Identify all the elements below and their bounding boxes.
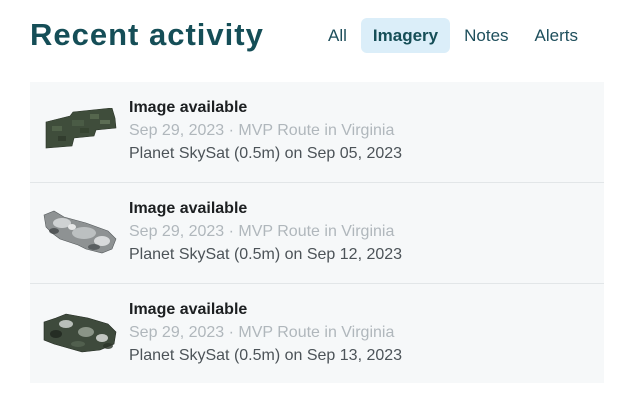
activity-text: Image available Sep 29, 2023 · MVP Route…: [129, 198, 402, 266]
satellite-thumbnail-icon: [43, 313, 117, 353]
tab-alerts[interactable]: Alerts: [523, 18, 590, 53]
satellite-thumbnail-icon: [45, 108, 117, 149]
activity-title: Image available: [129, 301, 248, 318]
activity-item[interactable]: Image available Sep 29, 2023 · MVP Route…: [30, 183, 604, 284]
activity-title: Image available: [129, 99, 248, 116]
activity-list: Image available Sep 29, 2023 · MVP Route…: [30, 82, 604, 383]
tab-notes[interactable]: Notes: [452, 18, 520, 53]
activity-meta: Sep 29, 2023 · MVP Route in Virginia: [129, 324, 395, 341]
activity-meta: Sep 29, 2023 · MVP Route in Virginia: [129, 223, 395, 240]
activity-source: Planet SkySat (0.5m) on Sep 12, 2023: [129, 246, 403, 263]
activity-item[interactable]: Image available Sep 29, 2023 · MVP Route…: [30, 82, 604, 183]
activity-header: Recent activity All Imagery Notes Alerts: [0, 0, 640, 80]
activity-meta: Sep 29, 2023 · MVP Route in Virginia: [129, 122, 395, 139]
tab-all[interactable]: All: [316, 18, 359, 53]
page-title: Recent activity: [30, 17, 264, 52]
activity-title: Image available: [129, 200, 248, 217]
tab-imagery[interactable]: Imagery: [360, 18, 451, 53]
activity-text: Image available Sep 29, 2023 · MVP Route…: [129, 299, 402, 367]
activity-text: Image available Sep 29, 2023 · MVP Route…: [129, 97, 402, 165]
activity-source: Planet SkySat (0.5m) on Sep 05, 2023: [129, 145, 403, 162]
filter-tabs: All Imagery Notes Alerts: [316, 18, 590, 53]
satellite-thumbnail-icon: [43, 210, 117, 254]
activity-item[interactable]: Image available Sep 29, 2023 · MVP Route…: [30, 284, 604, 383]
activity-source: Planet SkySat (0.5m) on Sep 13, 2023: [129, 347, 403, 364]
